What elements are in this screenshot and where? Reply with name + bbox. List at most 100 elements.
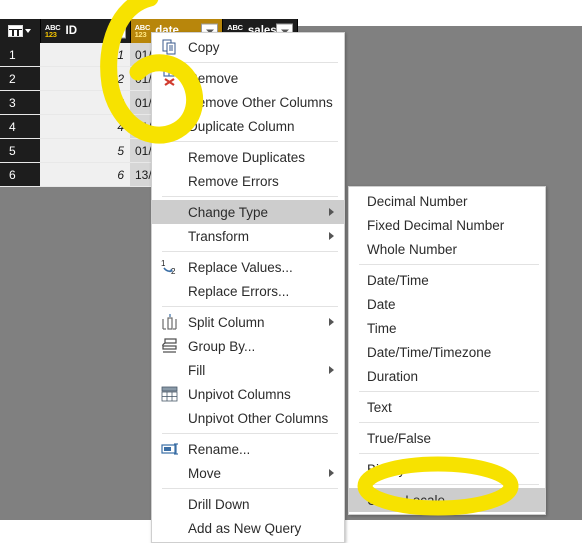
menu-item-label: Remove Other Columns	[188, 94, 333, 110]
submenu-arrow-icon	[329, 232, 334, 240]
menu-item-move[interactable]: Move	[152, 461, 344, 485]
menu-separator	[359, 391, 539, 392]
submenu-arrow-icon	[329, 208, 334, 216]
menu-item-remove[interactable]: Remove	[152, 66, 344, 90]
menu-item-label: Add as New Query	[188, 520, 302, 536]
menu-item-transform[interactable]: Transform	[152, 224, 344, 248]
menu-separator	[162, 433, 338, 434]
menu-item-label: Remove Errors	[188, 173, 279, 189]
menu-item-label: Date	[367, 296, 396, 312]
menu-item-drill-down[interactable]: Drill Down	[152, 492, 344, 516]
menu-item-label: Duplicate Column	[188, 118, 295, 134]
menu-item-label: Binary	[367, 461, 406, 477]
select-all-corner-button[interactable]	[0, 19, 41, 43]
menu-item-label: Unpivot Other Columns	[188, 410, 329, 426]
change-type-submenu: Decimal Number Fixed Decimal Number Whole …	[348, 186, 546, 515]
table-grid-icon	[8, 25, 24, 37]
menu-item-label: Text	[367, 399, 392, 415]
remove-column-icon	[160, 69, 180, 87]
menu-separator	[162, 62, 338, 63]
menu-item-label: Decimal Number	[367, 193, 468, 209]
svg-text:1: 1	[161, 259, 166, 268]
group-by-icon	[160, 337, 180, 355]
submenu-item-duration[interactable]: Duration	[349, 364, 545, 388]
submenu-item-date[interactable]: Date	[349, 292, 545, 316]
menu-item-label: Whole Number	[367, 241, 458, 257]
menu-separator	[162, 251, 338, 252]
copy-icon	[160, 38, 180, 56]
menu-item-label: Date/Time	[367, 272, 429, 288]
menu-separator	[359, 453, 539, 454]
menu-item-label: Split Column	[188, 314, 265, 330]
menu-item-label: Replace Values...	[188, 259, 293, 275]
menu-item-label: Date/Time/Timezone	[367, 344, 492, 360]
submenu-item-text[interactable]: Text	[349, 395, 545, 419]
menu-separator	[162, 306, 338, 307]
submenu-item-date-time[interactable]: Date/Time	[349, 268, 545, 292]
cell-id[interactable]: 1	[40, 43, 130, 66]
menu-item-unpivot-other-columns[interactable]: Unpivot Other Columns	[152, 406, 344, 430]
menu-item-label: Rename...	[188, 441, 251, 457]
menu-item-change-type[interactable]: Change Type	[152, 200, 344, 224]
submenu-item-date-time-timezone[interactable]: Date/Time/Timezone	[349, 340, 545, 364]
menu-item-duplicate-column[interactable]: Duplicate Column	[152, 114, 344, 138]
submenu-item-using-locale[interactable]: Using Locale...	[349, 488, 545, 512]
menu-item-remove-duplicates[interactable]: Remove Duplicates	[152, 145, 344, 169]
cell-id[interactable]: 5	[40, 139, 130, 162]
menu-separator	[162, 141, 338, 142]
row-number[interactable]: 2	[0, 67, 40, 90]
row-number[interactable]: 1	[0, 43, 40, 66]
cell-id[interactable]: 6	[40, 163, 130, 186]
rename-icon	[160, 440, 180, 458]
row-number[interactable]: 5	[0, 139, 40, 162]
column-filter-button-id[interactable]	[108, 23, 126, 39]
menu-separator	[162, 196, 338, 197]
column-header-id[interactable]: ABC 123 ID	[41, 19, 131, 43]
menu-item-label: Transform	[188, 228, 250, 244]
menu-item-remove-other-columns[interactable]: Remove Other Columns	[152, 90, 344, 114]
submenu-item-decimal-number[interactable]: Decimal Number	[349, 189, 545, 213]
menu-item-label: Unpivot Columns	[188, 386, 291, 402]
menu-item-group-by[interactable]: Group By...	[152, 334, 344, 358]
submenu-item-binary[interactable]: Binary	[349, 457, 545, 481]
menu-item-label: Fill	[188, 362, 206, 378]
cell-id[interactable]: 2	[40, 67, 130, 90]
menu-item-replace-errors[interactable]: Replace Errors...	[152, 279, 344, 303]
menu-item-fill[interactable]: Fill	[152, 358, 344, 382]
split-column-icon	[160, 313, 180, 331]
menu-item-label: Change Type	[188, 204, 269, 220]
menu-item-label: Using Locale...	[367, 492, 457, 508]
menu-item-label: Replace Errors...	[188, 283, 290, 299]
menu-item-label: Copy	[188, 39, 220, 55]
menu-item-label: Remove	[188, 70, 239, 86]
submenu-item-whole-number[interactable]: Whole Number	[349, 237, 545, 261]
replace-values-icon: 12	[160, 258, 180, 276]
menu-item-split-column[interactable]: Split Column	[152, 310, 344, 334]
cell-id[interactable]: 3	[40, 91, 130, 114]
menu-item-label: Move	[188, 465, 222, 481]
type-icon-123-text: 123	[44, 30, 57, 39]
type-icon-abc123: ABC 123	[134, 23, 151, 39]
submenu-item-time[interactable]: Time	[349, 316, 545, 340]
row-number[interactable]: 3	[0, 91, 40, 114]
unpivot-icon	[160, 385, 180, 403]
type-icon-123-text: 123	[134, 30, 147, 39]
menu-item-remove-errors[interactable]: Remove Errors	[152, 169, 344, 193]
submenu-item-fixed-decimal-number[interactable]: Fixed Decimal Number	[349, 213, 545, 237]
column-context-menu: Copy Remove Remove Other Columns Duplicate …	[151, 32, 345, 543]
row-number[interactable]: 6	[0, 163, 40, 186]
menu-item-replace-values[interactable]: 1 2 Replace Values...	[152, 255, 344, 279]
menu-item-copy[interactable]: Copy	[152, 35, 344, 59]
submenu-arrow-icon	[329, 318, 334, 326]
menu-item-unpivot-columns[interactable]: Unpivot Columns	[152, 382, 344, 406]
menu-separator	[359, 422, 539, 423]
cell-id[interactable]: 4	[40, 115, 130, 138]
menu-item-label: Group By...	[188, 338, 256, 354]
menu-item-label: Duration	[367, 368, 419, 384]
submenu-item-true-false[interactable]: True/False	[349, 426, 545, 450]
menu-item-label: Fixed Decimal Number	[367, 217, 505, 233]
row-number[interactable]: 4	[0, 115, 40, 138]
menu-item-rename[interactable]: Rename...	[152, 437, 344, 461]
menu-item-label: True/False	[367, 430, 432, 446]
menu-separator	[162, 488, 338, 489]
